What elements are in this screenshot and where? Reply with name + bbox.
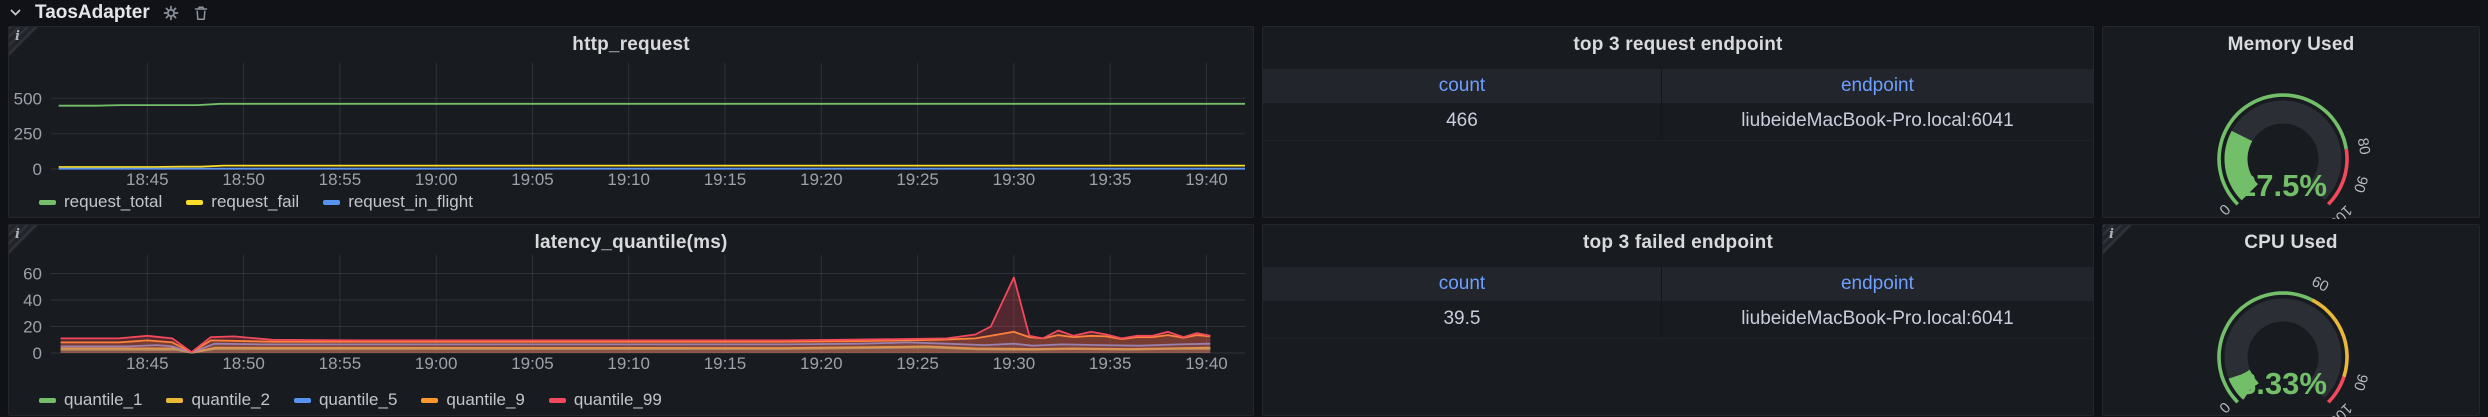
x-tick-label: 19:30	[993, 170, 1036, 189]
legend-item-quantile_5[interactable]: quantile_5	[294, 390, 397, 410]
table-header-row: countendpoint	[1263, 267, 2093, 301]
chevron-down-icon[interactable]	[8, 5, 23, 20]
grafana-dashboard: TaosAdapter i http_request 18:4518:5018:…	[0, 0, 2488, 417]
x-tick-label: 19:25	[896, 354, 939, 373]
gauge-value: 8.33%	[2103, 366, 2463, 402]
y-tick-label: 20	[23, 318, 42, 337]
legend-swatch	[39, 200, 56, 205]
table-row: 39.5liubeideMacBook-Pro.local:6041	[1263, 301, 2093, 338]
table-row: 466liubeideMacBook-Pro.local:6041	[1263, 103, 2093, 140]
y-tick-label: 0	[33, 160, 42, 179]
y-tick-label: 500	[14, 89, 42, 108]
x-tick-label: 19:30	[993, 354, 1036, 373]
gear-icon[interactable]	[162, 4, 180, 22]
x-tick-label: 19:15	[704, 354, 747, 373]
x-tick-label: 19:10	[607, 354, 650, 373]
panel-title[interactable]: top 3 failed endpoint	[1263, 232, 2093, 254]
dashboard-row-header: TaosAdapter	[8, 0, 210, 25]
x-tick-label: 19:00	[415, 170, 458, 189]
x-tick-label: 19:10	[607, 170, 650, 189]
panel-title: Memory Used	[2103, 34, 2479, 56]
x-tick-label: 18:45	[126, 170, 169, 189]
legend-item-quantile_2[interactable]: quantile_2	[166, 390, 269, 410]
y-tick-label: 60	[23, 265, 42, 284]
panel-title[interactable]: latency_quantile(ms)	[9, 232, 1253, 254]
panel-title: CPU Used	[2103, 232, 2479, 254]
x-tick-label: 19:25	[896, 170, 939, 189]
y-tick-label: 40	[23, 291, 42, 310]
legend-item-quantile_9[interactable]: quantile_9	[421, 390, 524, 410]
x-tick-label: 18:45	[126, 354, 169, 373]
x-tick-label: 19:40	[1185, 354, 1228, 373]
legend-label: request_in_flight	[348, 192, 473, 212]
panel-latency-quantile: i latency_quantile(ms) 18:4518:5018:5519…	[8, 224, 1254, 416]
legend-item-quantile_1[interactable]: quantile_1	[39, 390, 142, 410]
endpoint-table: countendpoint39.5liubeideMacBook-Pro.loc…	[1263, 267, 2093, 339]
legend-label: request_total	[64, 192, 162, 212]
x-tick-label: 19:05	[511, 170, 554, 189]
legend-item-quantile_99[interactable]: quantile_99	[549, 390, 662, 410]
y-tick-label: 250	[14, 125, 42, 144]
table-cell: 466	[1263, 103, 1661, 140]
x-tick-label: 19:35	[1089, 354, 1132, 373]
gauge-tick-label: 60	[2309, 273, 2332, 296]
legend-label: quantile_5	[319, 390, 397, 410]
table-cell: liubeideMacBook-Pro.local:6041	[1661, 301, 2093, 338]
legend-swatch	[421, 398, 438, 403]
x-tick-label: 19:20	[800, 354, 843, 373]
column-header-count[interactable]: count	[1263, 267, 1661, 301]
x-tick-label: 19:40	[1185, 170, 1228, 189]
trash-icon[interactable]	[192, 4, 210, 22]
table-cell: liubeideMacBook-Pro.local:6041	[1661, 103, 2093, 140]
series-line-request_fail	[59, 166, 1245, 167]
legend-swatch	[166, 398, 183, 403]
x-tick-label: 18:50	[222, 354, 265, 373]
legend-label: quantile_9	[446, 390, 524, 410]
x-tick-label: 19:20	[800, 170, 843, 189]
x-tick-label: 19:15	[704, 170, 747, 189]
row-title[interactable]: TaosAdapter	[35, 2, 150, 24]
x-tick-label: 19:35	[1089, 170, 1132, 189]
legend-swatch	[549, 398, 566, 403]
panel-top3-failed-endpoint: top 3 failed endpoint countendpoint39.5l…	[1262, 224, 2094, 416]
x-tick-label: 18:55	[319, 170, 362, 189]
series-area	[61, 278, 1211, 354]
panel-memory-used: Memory Used 08090100 27.5%	[2102, 26, 2480, 218]
legend-label: quantile_2	[191, 390, 269, 410]
legend-label: request_fail	[211, 192, 299, 212]
panel-top3-request-endpoint: top 3 request endpoint countendpoint466l…	[1262, 26, 2094, 218]
gauge-tick-label: 80	[2354, 137, 2373, 156]
chart-legend: quantile_1 quantile_2 quantile_5 quantile_9…	[39, 390, 662, 410]
legend-label: quantile_1	[64, 390, 142, 410]
legend-swatch	[323, 200, 340, 205]
panel-http-request: i http_request 18:4518:5018:5519:0019:05…	[8, 26, 1254, 218]
column-header-count[interactable]: count	[1263, 69, 1661, 103]
chart-legend: request_total request_fail request_in_flig…	[39, 192, 473, 212]
gauge-value: 27.5%	[2103, 168, 2463, 204]
table-cell: 39.5	[1263, 301, 1661, 338]
legend-label: quantile_99	[574, 390, 662, 410]
legend-swatch	[294, 398, 311, 403]
legend-swatch	[186, 200, 203, 205]
x-tick-label: 18:55	[319, 354, 362, 373]
legend-item-request_total[interactable]: request_total	[39, 192, 162, 212]
legend-item-request_fail[interactable]: request_fail	[186, 192, 299, 212]
table-header-row: countendpoint	[1263, 69, 2093, 103]
x-tick-label: 18:50	[222, 170, 265, 189]
legend-swatch	[39, 398, 56, 403]
x-tick-label: 19:05	[511, 354, 554, 373]
endpoint-table: countendpoint466liubeideMacBook-Pro.loca…	[1263, 69, 2093, 141]
y-tick-label: 0	[33, 344, 42, 363]
column-header-endpoint[interactable]: endpoint	[1661, 69, 2093, 103]
panel-title[interactable]: http_request	[9, 34, 1253, 56]
series-line-request_total	[59, 104, 1245, 106]
x-tick-label: 19:00	[415, 354, 458, 373]
panel-title[interactable]: top 3 request endpoint	[1263, 34, 2093, 56]
panel-cpu-used: i CPU Used 06090100 8.33%	[2102, 224, 2480, 416]
legend-item-request_in_flight[interactable]: request_in_flight	[323, 192, 473, 212]
column-header-endpoint[interactable]: endpoint	[1661, 267, 2093, 301]
